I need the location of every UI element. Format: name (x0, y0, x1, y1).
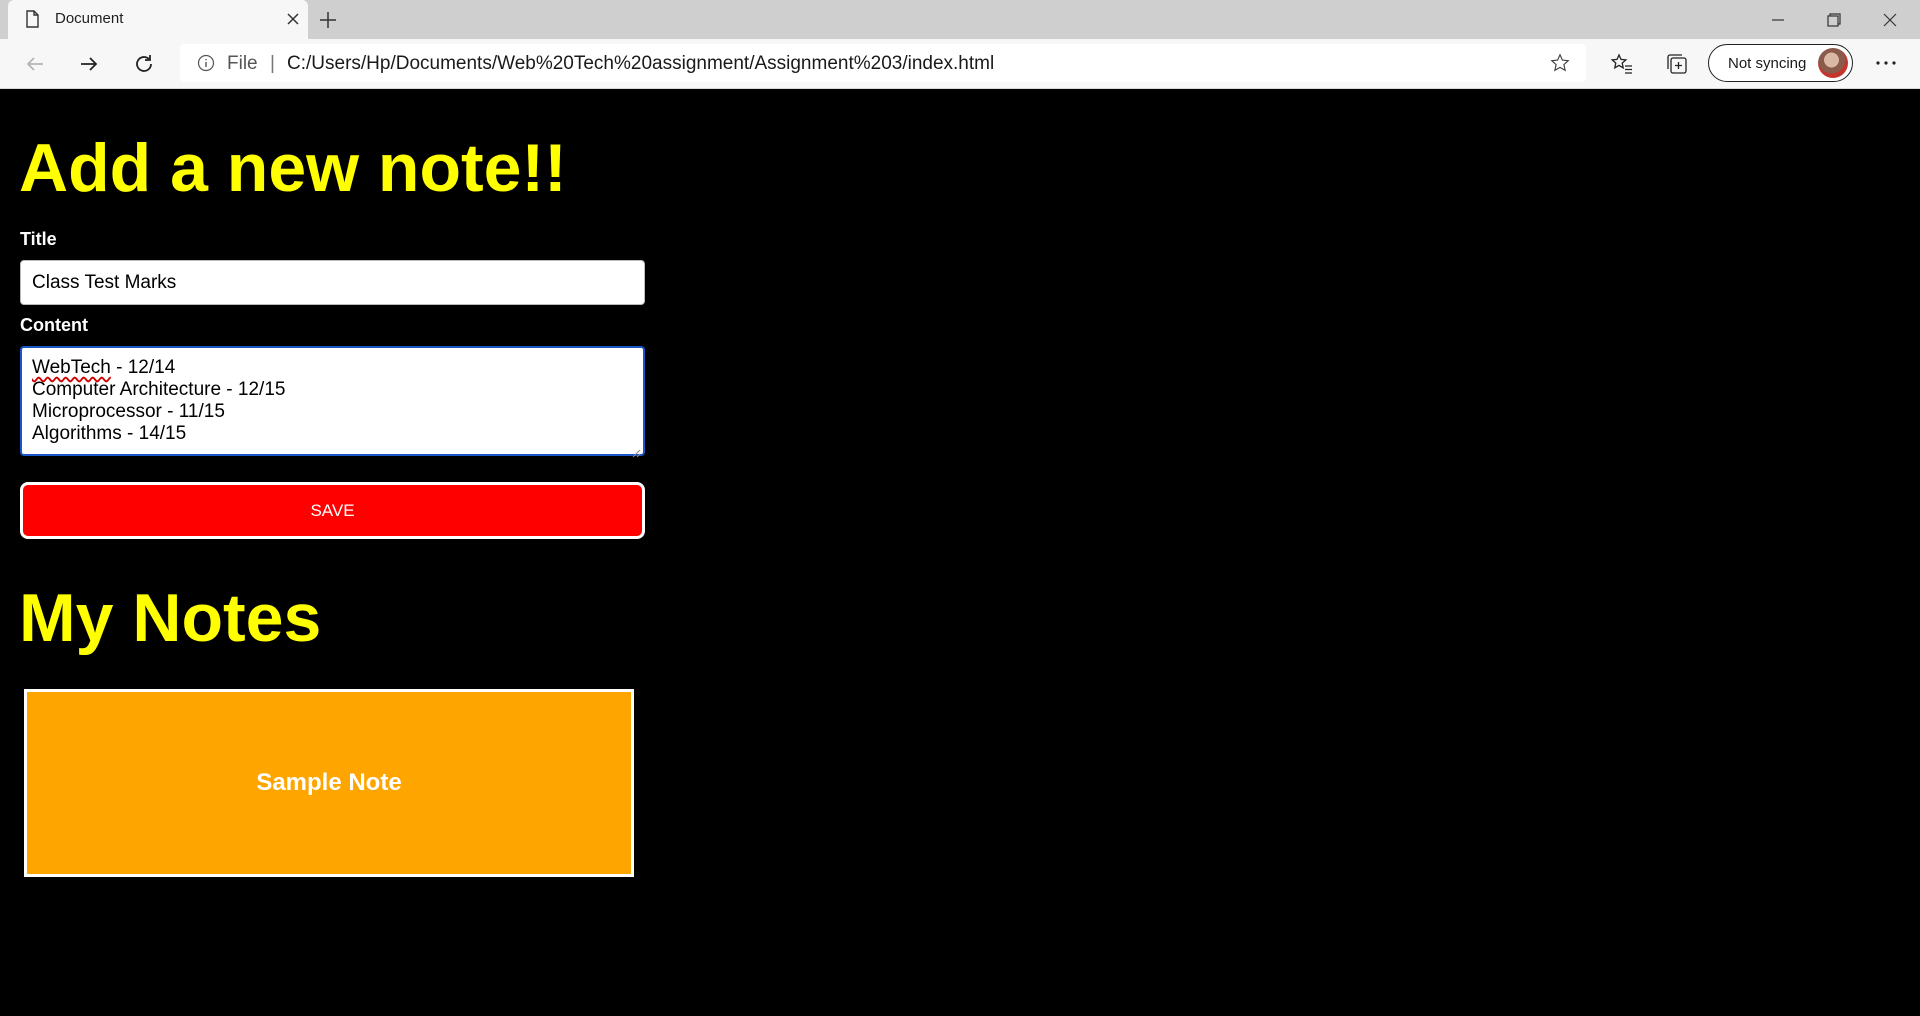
more-options-icon[interactable] (1870, 49, 1902, 77)
forward-arrow-icon[interactable] (73, 48, 105, 80)
favorite-star-icon[interactable] (1550, 53, 1570, 73)
refresh-icon[interactable] (128, 48, 160, 80)
resize-handle-icon[interactable] (631, 442, 641, 458)
new-tab-icon[interactable] (316, 8, 340, 32)
avatar (1818, 48, 1848, 78)
add-note-heading: Add a new note!! (19, 130, 567, 206)
my-notes-heading: My Notes (19, 580, 322, 656)
document-icon (22, 9, 42, 29)
browser-toolbar: File | C:/Users/Hp/Documents/Web%20Tech%… (0, 39, 1920, 89)
tab-title: Document (55, 10, 124, 27)
tab-strip: Document (0, 0, 1920, 39)
address-separator: | (270, 53, 275, 74)
content-line: WebTech - 12/14 (32, 357, 633, 379)
browser-tab[interactable]: Document (8, 0, 308, 39)
content-textarea[interactable]: WebTech - 12/14 Computer Architecture - … (20, 346, 645, 458)
collections-icon[interactable] (1664, 51, 1690, 77)
file-scheme-label: File (227, 53, 258, 74)
page-content: Add a new note!! Title Content WebTech -… (0, 90, 1920, 1016)
close-window-icon[interactable] (1862, 0, 1918, 39)
misspelled-word: WebTech (32, 357, 111, 378)
note-title: Sample Note (256, 769, 402, 796)
content-line-text: - 12/14 (110, 357, 176, 378)
back-arrow-icon[interactable] (19, 48, 51, 80)
restore-icon[interactable] (1806, 0, 1862, 39)
content-line: Microprocessor - 11/15 (32, 401, 225, 422)
save-button[interactable]: SAVE (20, 482, 645, 539)
info-icon[interactable] (197, 54, 215, 72)
content-line: Computer Architecture - 12/15 (32, 379, 286, 400)
content-label: Content (20, 315, 88, 335)
address-bar[interactable]: File | C:/Users/Hp/Documents/Web%20Tech%… (180, 44, 1586, 82)
profile-sync-button[interactable]: Not syncing (1708, 44, 1853, 82)
url-text[interactable]: C:/Users/Hp/Documents/Web%20Tech%20assig… (287, 53, 994, 75)
favorites-list-icon[interactable] (1609, 51, 1635, 77)
note-card[interactable]: Sample Note (24, 689, 634, 877)
sync-status-label: Not syncing (1728, 55, 1807, 72)
close-tab-icon[interactable] (284, 10, 302, 28)
content-line: Algorithms - 14/15 (32, 423, 187, 444)
title-input[interactable] (20, 260, 645, 305)
title-label: Title (20, 229, 57, 249)
minimize-icon[interactable] (1750, 0, 1806, 39)
